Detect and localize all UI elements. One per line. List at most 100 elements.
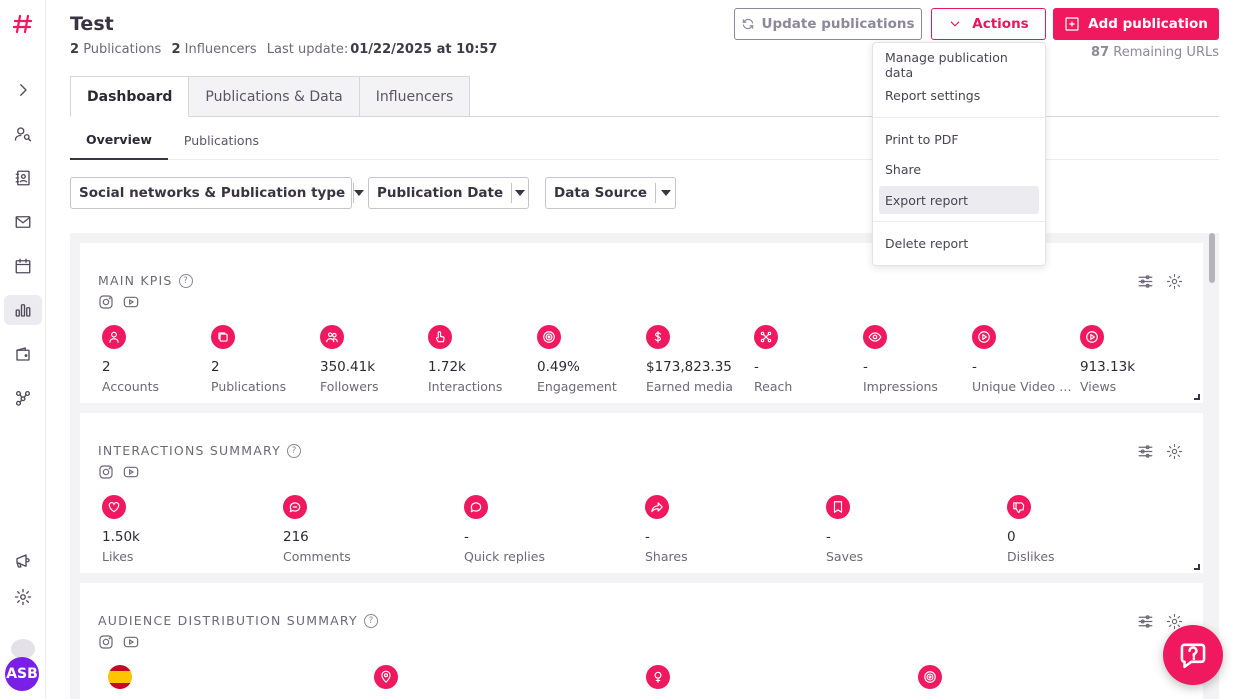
main-kpis-card: MAIN KPIS ? 2 Accounts 2 Publications 35… [80,243,1203,403]
last-update-label: Last update: [266,42,349,57]
card-tools [1137,613,1183,630]
actions-label: Actions [972,16,1029,32]
audience-city [374,665,484,689]
plus-square-icon [1065,17,1079,31]
publication-date-filter[interactable]: Publication Date [368,177,529,209]
sidebar: ASB [0,0,46,699]
menu-share[interactable]: Share [879,155,1039,183]
add-publication-button[interactable]: Add publication [1053,8,1219,40]
heart-icon [102,495,126,519]
user-icon [102,325,126,349]
menu-export-report[interactable]: Export report [879,186,1039,214]
kpi-shares: - Shares [645,495,755,564]
filter-sliders-icon[interactable] [1137,443,1154,460]
reports-chart-icon[interactable] [4,295,42,325]
scrollbar-thumb[interactable] [1209,233,1215,283]
remaining-urls: 87 Remaining URLs [1091,45,1219,60]
card-settings-gear-icon[interactable] [1166,443,1183,460]
filter-sliders-icon[interactable] [1137,273,1154,290]
kpi-publications: 2 Publications [211,325,321,394]
subtab-publications[interactable]: Publications [168,120,275,160]
filter-sliders-icon[interactable] [1137,613,1154,630]
influencer-search-icon[interactable] [4,119,42,149]
actions-button[interactable]: Actions [931,8,1046,40]
kpi-value: 2 [211,359,220,375]
menu-manage-publication-data[interactable]: Manage publication data [879,50,1039,80]
kpi-engagement: 0.49% Engagement [537,325,647,394]
data-source-filter[interactable]: Data Source [545,177,676,209]
play-icon [972,325,996,349]
settings-gear-icon[interactable] [4,582,42,612]
refresh-icon [743,18,754,30]
wallet-icon[interactable] [4,339,42,369]
audience-country [108,665,218,689]
avatar-placeholder [11,639,35,659]
main-tabs: Dashboard Publications & Data Influencer… [70,76,471,117]
interactions-summary-card: INTERACTIONS SUMMARY ? 1.50k Likes 216 C… [80,413,1203,573]
kpi-label: Publications [211,379,287,394]
network-icons [98,634,139,650]
youtube-icon [123,296,139,308]
kpi-label: Comments [283,549,351,564]
help-chat-icon [1180,643,1206,669]
followers-icon [320,325,344,349]
menu-print-to-pdf[interactable]: Print to PDF [879,125,1039,153]
help-chat-button[interactable] [1163,625,1223,685]
remaining-urls-label: Remaining URLs [1113,45,1219,60]
card-settings-gear-icon[interactable] [1166,273,1183,290]
kpi-label: Likes [102,549,134,564]
report-title: Test [70,13,114,35]
expand-sidebar-chevron-icon[interactable] [4,75,42,105]
kpi-label: Engagement [537,379,617,394]
calendar-icon[interactable] [4,251,42,281]
help-icon[interactable]: ? [363,613,378,628]
subtab-overview[interactable]: Overview [70,120,168,160]
female-icon [646,665,670,689]
social-networks-filter-label: Social networks & Publication type [79,185,346,201]
target-icon [918,665,942,689]
contacts-book-icon[interactable] [4,163,42,193]
megaphone-icon[interactable] [4,546,42,576]
actions-dropdown-menu: Manage publication data Report settings … [872,42,1046,266]
user-avatar[interactable]: ASB [5,657,39,691]
kpi-impressions: - Impressions [863,325,973,394]
kpi-likes: 1.50k Likes [102,495,212,564]
kpi-value: 1.50k [102,529,140,545]
tab-publications-data[interactable]: Publications & Data [189,76,360,117]
update-publications-button[interactable]: Update publications [734,8,922,40]
kpi-views: 913.13k Views [1080,325,1190,394]
kpi-label: Views [1080,379,1117,394]
tab-dashboard[interactable]: Dashboard [70,76,190,117]
menu-report-settings[interactable]: Report settings [879,81,1039,109]
kpi-label: Saves [826,549,864,564]
menu-delete-report[interactable]: Delete report [879,229,1039,257]
mail-icon[interactable] [4,207,42,237]
help-icon[interactable]: ? [178,273,193,288]
kpi-value: 0 [1007,529,1016,545]
kpi-value: 1.72k [428,359,466,375]
location-pin-icon [374,665,398,689]
network-nodes-icon[interactable] [4,383,42,413]
last-update-value: 01/22/2025 at 10:57 [350,42,498,57]
help-icon[interactable]: ? [286,443,301,458]
caret-down-icon [353,183,364,203]
kpi-value: - [826,529,831,545]
kpi-label: Quick replies [464,549,545,564]
card-title: INTERACTIONS SUMMARY ? [98,443,301,458]
kpi-value: - [645,529,650,545]
kpi-earned-media: $173,823.35 Earned media [646,325,756,394]
comment-icon [283,495,307,519]
resize-handle[interactable] [1194,564,1200,570]
tab-influencers[interactable]: Influencers [359,76,471,117]
hash-logo-icon[interactable] [4,9,42,39]
publication-date-filter-label: Publication Date [377,185,504,201]
instagram-icon [99,635,113,649]
kpi-value: - [754,359,759,375]
quick-reply-icon [464,495,488,519]
resize-handle[interactable] [1194,394,1200,400]
social-networks-filter[interactable]: Social networks & Publication type [70,177,355,209]
publications-count: 2 [70,42,80,57]
card-tools [1137,443,1183,460]
kpi-label: Earned media [646,379,733,394]
audience-summary-title: AUDIENCE DISTRIBUTION SUMMARY [98,613,358,628]
